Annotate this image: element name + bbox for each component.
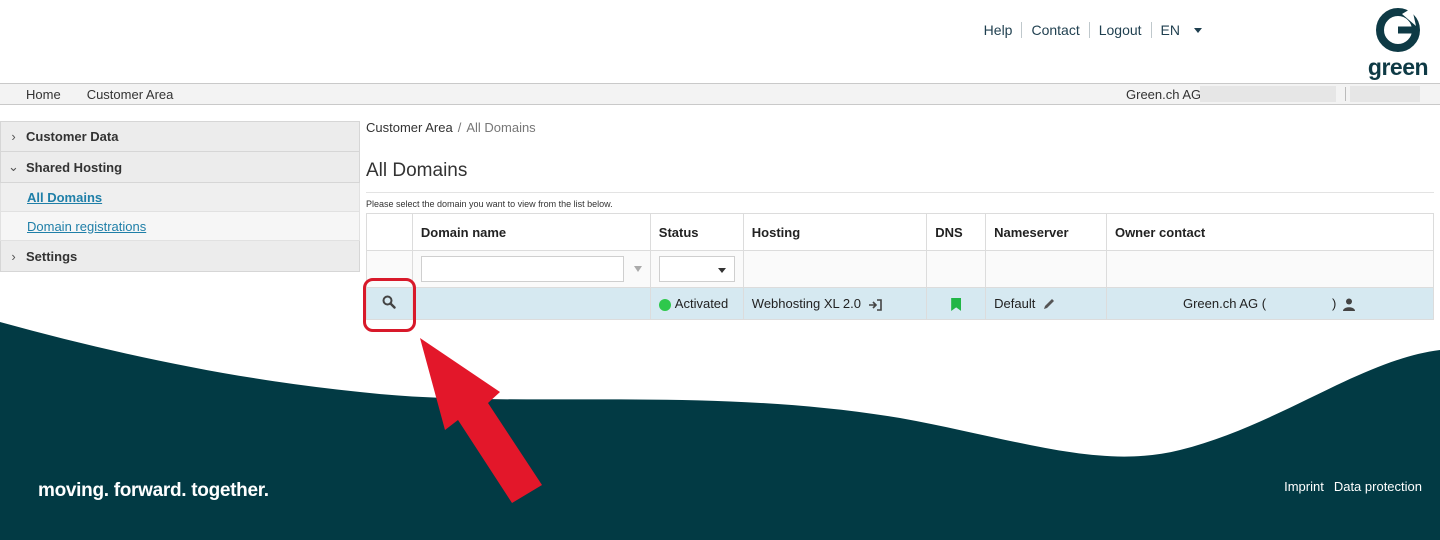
nameserver-cell[interactable]: Default	[985, 287, 1107, 320]
sidebar-item-shared-hosting[interactable]: ⌄ Shared Hosting	[0, 152, 360, 183]
imprint-link[interactable]: Imprint	[1284, 479, 1324, 494]
column-header-status[interactable]: Status	[649, 213, 744, 251]
top-navigation: Home Customer Area Green.ch AG	[0, 83, 1440, 105]
divider	[366, 192, 1434, 193]
domain-filter-input[interactable]	[420, 256, 624, 282]
top-links: Help Contact Logout EN	[975, 22, 1202, 38]
main-content: Customer Area / All Domains All Domains Pl…	[366, 120, 1435, 320]
nav-home[interactable]: Home	[26, 87, 61, 102]
header: Help Contact Logout EN green	[0, 0, 1440, 84]
g-logo-icon	[1376, 8, 1420, 52]
sidebar-item-label: Shared Hosting	[26, 159, 123, 175]
filter-icon[interactable]	[633, 266, 642, 272]
language-selector[interactable]: EN	[1150, 22, 1202, 38]
nameserver-label: Default	[994, 295, 1036, 311]
bookmark-icon[interactable]	[951, 298, 962, 312]
sidebar-subitem-label[interactable]: All Domains	[27, 190, 102, 205]
sidebar-item-customer-data[interactable]: › Customer Data	[0, 121, 360, 152]
sidebar-subitem-all-domains[interactable]: All Domains	[0, 183, 360, 212]
sidebar-item-settings[interactable]: › Settings	[0, 241, 360, 272]
owner-label-end: )	[1332, 295, 1337, 311]
green-logo[interactable]: green	[1366, 6, 1430, 80]
sidebar: › Customer Data ⌄ Shared Hosting All Dom…	[0, 121, 360, 272]
page-title: All Domains	[366, 160, 468, 181]
status-filter-select[interactable]	[658, 256, 735, 282]
table-row[interactable]: Activated Webhosting XL 2.0 Default Gree…	[366, 287, 1435, 320]
domains-table: Domain name Status Hosting DNS Nameserve…	[366, 213, 1435, 320]
owner-label: Green.ch AG (	[1182, 295, 1267, 311]
data-protection-link[interactable]: Data protection	[1334, 479, 1422, 494]
sidebar-item-label: Customer Data	[26, 129, 119, 144]
table-header-row: Domain name Status Hosting DNS Nameserve…	[366, 213, 1435, 251]
column-header-nameserver[interactable]: Nameserver	[985, 213, 1107, 251]
breadcrumb-customer-area[interactable]: Customer Area	[366, 120, 453, 135]
sidebar-item-label: Settings	[26, 248, 78, 264]
annotation-highlight-box	[363, 278, 416, 332]
help-link[interactable]: Help	[975, 22, 1022, 38]
redacted-user-field	[1350, 86, 1420, 102]
sidebar-subitem-domain-registrations[interactable]: Domain registrations	[0, 212, 360, 241]
chevron-down-icon: ⌄	[8, 159, 19, 174]
owner-cell[interactable]: Green.ch AG ()	[1105, 287, 1435, 320]
user-icon[interactable]	[1343, 298, 1356, 312]
breadcrumb: Customer Area / All Domains	[366, 120, 1434, 136]
status-active-icon	[658, 298, 671, 311]
pencil-icon[interactable]	[1042, 297, 1056, 311]
domain-cell[interactable]	[411, 287, 651, 320]
breadcrumb-current: All Domains	[466, 120, 536, 135]
breadcrumb-separator: /	[457, 120, 462, 135]
chevron-right-icon: ›	[11, 248, 16, 264]
sidebar-subitem-label[interactable]: Domain registrations	[27, 219, 146, 234]
language-label: EN	[1160, 22, 1180, 38]
logout-link[interactable]: Logout	[1088, 22, 1151, 38]
hosting-label[interactable]: Webhosting XL 2.0	[752, 296, 861, 311]
column-header-owner[interactable]: Owner contact	[1105, 213, 1435, 251]
footer-tagline: moving. forward. together.	[38, 480, 269, 501]
column-header-hosting[interactable]: Hosting	[742, 213, 928, 251]
redacted-account-field	[1200, 86, 1336, 102]
logo-text: green	[1367, 54, 1429, 80]
status-label: Activated	[674, 296, 729, 311]
nav-customer-area[interactable]: Customer Area	[87, 87, 174, 102]
chevron-down-icon	[1194, 27, 1202, 33]
divider	[1345, 87, 1346, 101]
page-hint: Please select the domain you want to vie…	[366, 199, 613, 209]
hosting-cell[interactable]: Webhosting XL 2.0	[742, 287, 928, 320]
contact-link[interactable]: Contact	[1021, 22, 1088, 38]
column-header-dns[interactable]: DNS	[926, 213, 987, 251]
company-name: Green.ch AG	[1126, 87, 1202, 102]
table-filter-row	[366, 250, 1435, 288]
footer-links: Imprint Data protection	[1284, 479, 1422, 494]
dns-cell[interactable]	[926, 287, 987, 320]
chevron-right-icon: ›	[11, 129, 16, 144]
column-header-actions	[366, 213, 413, 251]
sign-in-icon[interactable]	[868, 298, 882, 311]
status-cell: Activated	[649, 287, 744, 320]
column-header-domain[interactable]: Domain name	[411, 213, 651, 251]
